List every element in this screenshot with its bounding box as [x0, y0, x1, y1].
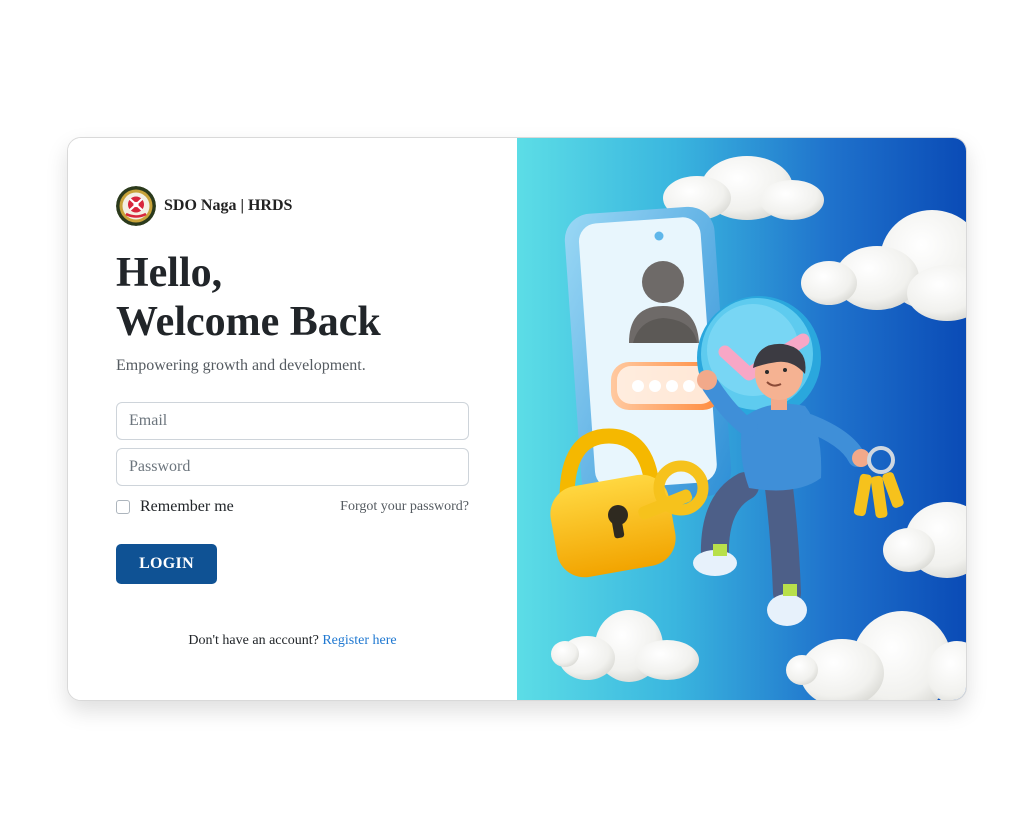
- brand: SDO Naga | HRDS: [116, 186, 292, 226]
- login-card: SDO Naga | HRDS Hello, Welcome Back Empo…: [67, 137, 967, 701]
- page-title: Hello, Welcome Back: [116, 249, 381, 347]
- brand-name: SDO Naga | HRDS: [164, 197, 293, 214]
- sdo-logo-icon: [116, 186, 156, 226]
- security-illustration: [550, 156, 966, 700]
- cloud-icon: [883, 502, 966, 578]
- cloud-icon: [801, 210, 966, 321]
- cloud-icon: [786, 611, 966, 700]
- cloud-icon: [551, 610, 699, 682]
- subtitle: Empowering growth and development.: [116, 357, 366, 374]
- remember-me[interactable]: Remember me: [116, 498, 234, 516]
- remember-me-checkbox[interactable]: [116, 500, 130, 514]
- welcome-line: Welcome Back: [116, 299, 381, 345]
- remember-me-label: Remember me: [140, 498, 234, 515]
- register-prompt-text: Don't have an account?: [188, 633, 319, 648]
- login-panel: SDO Naga | HRDS Hello, Welcome Back Empo…: [68, 138, 517, 700]
- greeting-line: Hello,: [116, 250, 223, 296]
- login-button[interactable]: LOGIN: [116, 544, 217, 584]
- register-link[interactable]: Register here: [322, 633, 396, 648]
- register-prompt: Don't have an account? Register here: [68, 633, 517, 649]
- forgot-password-link[interactable]: Forgot your password?: [340, 499, 469, 515]
- password-field[interactable]: [116, 448, 469, 486]
- illustration-panel: [517, 138, 966, 700]
- email-field[interactable]: [116, 402, 469, 440]
